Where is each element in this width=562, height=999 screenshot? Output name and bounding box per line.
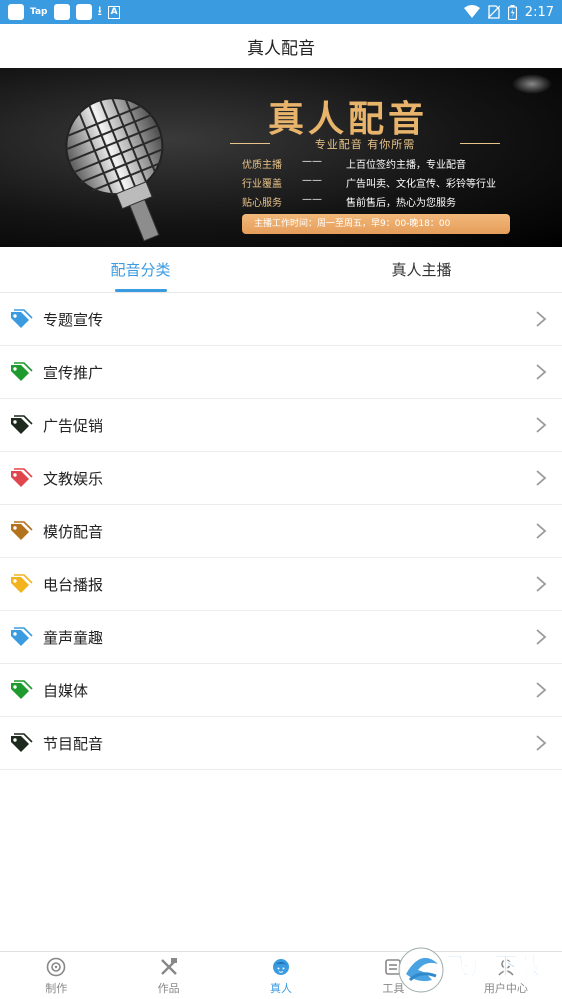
banner-row-dash: —— bbox=[302, 156, 322, 167]
banner-title: 真人配音 bbox=[268, 98, 429, 140]
chevron-right-icon bbox=[536, 629, 547, 645]
banner-hours: 主播工作时间：周一至周五，早9：00-晚18：00 bbox=[242, 214, 510, 234]
category-label: 宣传推广 bbox=[43, 363, 104, 382]
tab-categories[interactable]: 配音分类 bbox=[0, 247, 281, 292]
chevron-right-icon bbox=[536, 311, 547, 327]
category-row[interactable]: 专题宣传 bbox=[0, 293, 562, 346]
tag-icon bbox=[8, 467, 34, 489]
nav-person[interactable]: 真人 bbox=[225, 952, 337, 999]
chevron-right-icon bbox=[536, 417, 547, 433]
banner-row-text: 上百位签约主播，专业配音 bbox=[346, 160, 466, 171]
category-row[interactable]: 自媒体 bbox=[0, 664, 562, 717]
banner-row: 优质主播 —— 上百位签约主播，专业配音 bbox=[242, 156, 466, 171]
tab-hosts[interactable]: 真人主播 bbox=[281, 247, 562, 292]
banner-row-dash: —— bbox=[302, 175, 322, 186]
tag-icon bbox=[8, 626, 34, 648]
chevron-right-icon bbox=[536, 523, 547, 539]
category-row[interactable]: 节目配音 bbox=[0, 717, 562, 770]
app-header: 真人配音 bbox=[0, 24, 562, 68]
banner[interactable]: 真人配音 专业配音 有你所需 优质主播 —— 上百位签约主播，专业配音 行业覆盖… bbox=[0, 68, 562, 247]
category-row[interactable]: 电台播报 bbox=[0, 558, 562, 611]
make-icon bbox=[45, 956, 67, 978]
wifi-icon bbox=[463, 5, 480, 18]
works-icon bbox=[158, 956, 180, 978]
tag-icon bbox=[8, 414, 34, 436]
chevron-right-icon bbox=[536, 364, 547, 380]
chevron-right-icon bbox=[536, 576, 547, 592]
category-list: 专题宣传宣传推广广告促销文教娱乐模仿配音电台播报童声童趣自媒体节目配音 bbox=[0, 293, 562, 770]
category-label: 模仿配音 bbox=[43, 522, 104, 541]
person-icon bbox=[270, 956, 292, 978]
category-label: 文教娱乐 bbox=[43, 469, 104, 488]
category-label: 广告促销 bbox=[43, 416, 104, 435]
tag-icon bbox=[8, 308, 34, 330]
category-label: 自媒体 bbox=[43, 681, 89, 700]
no-sim-icon bbox=[487, 5, 500, 19]
category-row[interactable]: 童声童趣 bbox=[0, 611, 562, 664]
watermark-logo: 飞翔下载 bbox=[398, 947, 542, 993]
tag-icon bbox=[8, 520, 34, 542]
watermark-text: 飞翔下载 bbox=[446, 952, 542, 980]
nav-person-label: 真人 bbox=[270, 981, 293, 995]
category-row[interactable]: 宣传推广 bbox=[0, 346, 562, 399]
chevron-right-icon bbox=[536, 682, 547, 698]
category-row[interactable]: 模仿配音 bbox=[0, 505, 562, 558]
app-notification-icon bbox=[8, 4, 24, 20]
tab-bar: 配音分类 真人主播 bbox=[0, 247, 562, 293]
status-bar: Tap ⭳ A 2:17 bbox=[0, 0, 562, 24]
chevron-right-icon bbox=[536, 735, 547, 751]
category-row[interactable]: 广告促销 bbox=[0, 399, 562, 452]
status-right-icons: 2:17 bbox=[463, 4, 554, 20]
app-notification-icon bbox=[75, 4, 92, 20]
category-label: 专题宣传 bbox=[43, 310, 104, 329]
tag-icon bbox=[8, 361, 34, 383]
nav-works[interactable]: 作品 bbox=[112, 952, 224, 999]
category-label: 节目配音 bbox=[43, 734, 104, 753]
app-notification-icon bbox=[53, 4, 70, 20]
tap-label: Tap bbox=[30, 7, 48, 17]
chevron-right-icon bbox=[536, 470, 547, 486]
banner-row-label: 贴心服务 bbox=[242, 198, 282, 209]
category-label: 童声童趣 bbox=[43, 628, 104, 647]
banner-row-label: 优质主播 bbox=[242, 160, 282, 171]
banner-row-dash: —— bbox=[302, 194, 322, 205]
tag-icon bbox=[8, 679, 34, 701]
tag-icon bbox=[8, 732, 34, 754]
nav-make-label: 制作 bbox=[45, 981, 68, 995]
category-label: 电台播报 bbox=[43, 575, 104, 594]
download-icon: ⭳ bbox=[97, 4, 103, 19]
a-notification-icon: A bbox=[108, 5, 121, 19]
nav-make[interactable]: 制作 bbox=[0, 952, 112, 999]
clock: 2:17 bbox=[524, 4, 554, 20]
banner-row-label: 行业覆盖 bbox=[242, 179, 282, 190]
page-title: 真人配音 bbox=[247, 38, 315, 59]
tag-icon bbox=[8, 573, 34, 595]
banner-subtitle: 专业配音 有你所需 bbox=[230, 136, 500, 152]
microphone-icon bbox=[65, 97, 165, 242]
status-left-icons: Tap ⭳ A bbox=[8, 4, 121, 20]
banner-row: 行业覆盖 —— 广告叫卖、文化宣传、彩铃等行业 bbox=[242, 175, 496, 190]
banner-row-text: 广告叫卖、文化宣传、彩铃等行业 bbox=[346, 179, 496, 190]
battery-icon bbox=[507, 4, 517, 20]
banner-row: 贴心服务 —— 售前售后，热心为您服务 bbox=[242, 194, 456, 209]
banner-spotlight bbox=[512, 74, 552, 94]
category-row[interactable]: 文教娱乐 bbox=[0, 452, 562, 505]
nav-works-label: 作品 bbox=[157, 981, 180, 995]
banner-row-text: 售前售后，热心为您服务 bbox=[346, 198, 456, 209]
